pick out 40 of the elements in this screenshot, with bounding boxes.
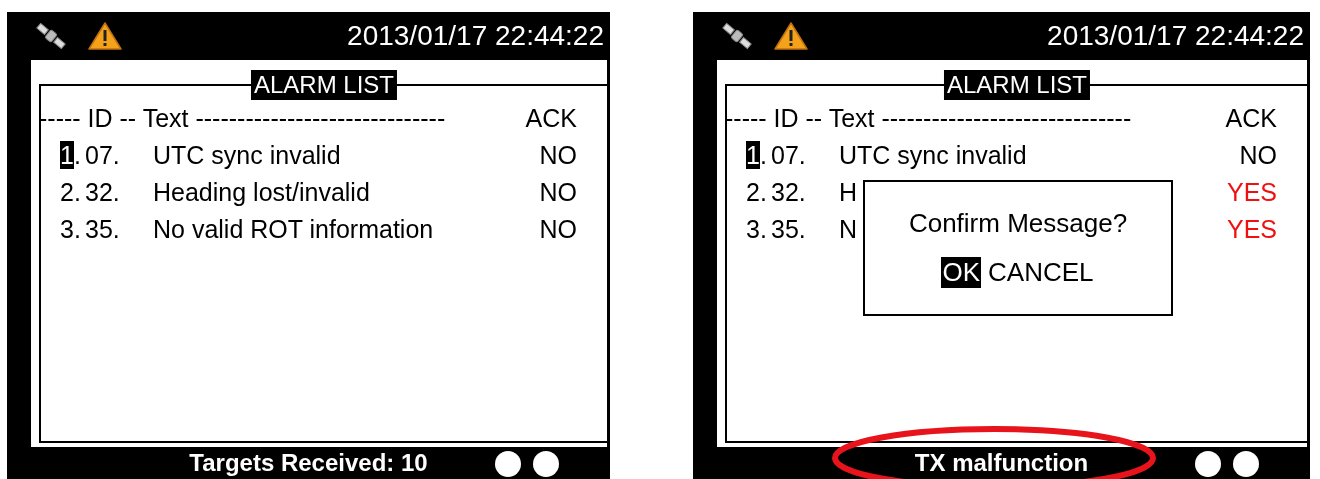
alarm-text: UTC sync invalid bbox=[839, 141, 1027, 170]
alarm-id: 35. bbox=[771, 215, 807, 244]
alarm-text: H bbox=[839, 178, 858, 207]
date-time: 2013/01/17 22:44:22 bbox=[1047, 20, 1304, 52]
date-time: 2013/01/17 22:44:22 bbox=[347, 20, 604, 52]
ack-status: NO bbox=[539, 178, 577, 207]
dialog-button[interactable]: OK bbox=[941, 257, 982, 288]
column-header: ----- ID -- Text ------------------------------ bbox=[39, 104, 446, 133]
column-header: ----- ID -- Text ------------------------------ bbox=[725, 104, 1132, 133]
alarm-id: 35. bbox=[85, 215, 121, 244]
indicator-dots-icon bbox=[494, 450, 562, 478]
alarm-id: 07. bbox=[85, 141, 121, 170]
row-number: 3. bbox=[59, 215, 82, 244]
row-number: 1. bbox=[745, 141, 768, 170]
alarm-list-title: ALARM LIST bbox=[944, 70, 1090, 100]
ack-status: YES bbox=[1226, 215, 1277, 244]
row-number: 2. bbox=[745, 178, 768, 207]
indicator-dots-icon bbox=[1194, 450, 1262, 478]
ack-status: NO bbox=[539, 215, 577, 244]
warning-icon bbox=[773, 21, 809, 51]
dialog-message: Confirm Message? bbox=[908, 208, 1128, 239]
ack-status: NO bbox=[539, 141, 577, 170]
row-number: 3. bbox=[745, 215, 768, 244]
warning-icon bbox=[87, 21, 123, 51]
ack-header: ACK bbox=[525, 104, 577, 133]
alarm-list-title: ALARM LIST bbox=[251, 70, 397, 100]
alarm-text: No valid ROT information bbox=[153, 215, 434, 244]
alarm-id: 07. bbox=[771, 141, 807, 170]
alarm-id: 32. bbox=[85, 178, 121, 207]
ack-header: ACK bbox=[1225, 104, 1277, 133]
ack-status: YES bbox=[1226, 178, 1277, 207]
alarm-text: N bbox=[839, 215, 858, 244]
alarm-text: UTC sync invalid bbox=[153, 141, 341, 170]
alarm-text: Heading lost/invalid bbox=[153, 178, 370, 207]
status-text: TX malfunction bbox=[914, 449, 1089, 477]
row-number: 1. bbox=[59, 141, 82, 170]
status-text: Targets Received: 10 bbox=[189, 449, 428, 477]
ack-status: NO bbox=[1239, 141, 1277, 170]
row-number: 2. bbox=[59, 178, 82, 207]
alarm-id: 32. bbox=[771, 178, 807, 207]
